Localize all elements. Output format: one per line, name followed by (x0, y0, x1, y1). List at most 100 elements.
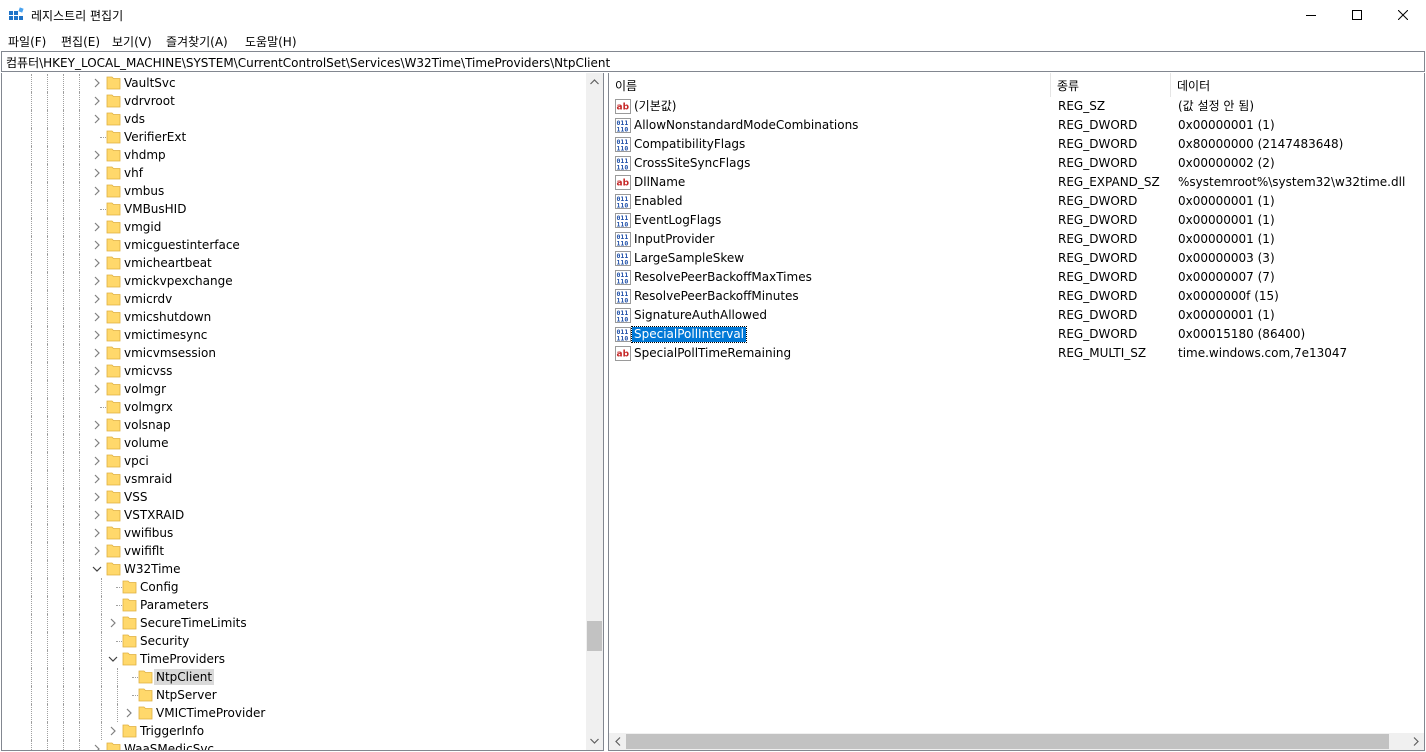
tree-item[interactable]: volume (2, 434, 587, 452)
values-horizontal-scrollbar[interactable] (609, 733, 1424, 750)
value-row[interactable]: 011 110 InputProvider REG_DWORD 0x00000001 (… (609, 230, 1424, 249)
chevron-right-icon[interactable] (92, 524, 104, 542)
chevron-right-icon[interactable] (92, 308, 104, 326)
value-name[interactable]: CompatibilityFlags (632, 137, 747, 152)
value-row[interactable]: 011 110 AllowNonstandardModeCombinations RE… (609, 116, 1424, 135)
address-path[interactable]: 컴퓨터\HKEY_LOCAL_MACHINE\SYSTEM\CurrentCon… (6, 54, 610, 71)
tree-item[interactable]: vmicshutdown (2, 308, 587, 326)
tree-item-label[interactable]: TriggerInfo (138, 723, 206, 739)
tree-item-label[interactable]: NtpServer (154, 687, 219, 703)
chevron-right-icon[interactable] (124, 704, 136, 722)
tree-item[interactable]: volmgr (2, 380, 587, 398)
tree-item[interactable]: WaaSMedicSvc (2, 740, 587, 750)
tree-item-label[interactable]: volume (122, 435, 170, 451)
key-tree-pane[interactable]: VaultSvc vdrvroot vds VerifierExt vhdmp vhf vm… (1, 73, 604, 751)
tree-item-label[interactable]: vmicrdv (122, 291, 174, 307)
tree-item-label[interactable]: VMICTimeProvider (154, 705, 267, 721)
tree-item[interactable]: vpci (2, 452, 587, 470)
tree-item[interactable]: Config (2, 578, 587, 596)
menu-file[interactable]: 파일(F) (8, 33, 46, 50)
chevron-right-icon[interactable] (108, 722, 120, 740)
tree-item[interactable]: vmicguestinterface (2, 236, 587, 254)
tree-item[interactable]: volmgrx (2, 398, 587, 416)
tree-item-label[interactable]: vmicguestinterface (122, 237, 242, 253)
chevron-right-icon[interactable] (92, 506, 104, 524)
tree-item-label[interactable]: vmgid (122, 219, 163, 235)
tree-item[interactable]: vmicheartbeat (2, 254, 587, 272)
menu-help[interactable]: 도움말(H) (245, 33, 297, 50)
value-row[interactable]: 011 110 LargeSampleSkew REG_DWORD 0x00000003… (609, 249, 1424, 268)
tree-item-label[interactable]: vwififlt (122, 543, 166, 559)
value-row[interactable]: ab DllName REG_EXPAND_SZ %systemroot%\syste… (609, 173, 1424, 192)
tree-item-label[interactable]: volmgrx (122, 399, 175, 415)
tree-item-label[interactable]: vmicshutdown (122, 309, 213, 325)
value-name[interactable]: SpecialPollTimeRemaining (632, 346, 793, 361)
tree-item[interactable]: VSTXRAID (2, 506, 587, 524)
value-name[interactable]: InputProvider (632, 232, 716, 247)
tree-item[interactable]: vsmraid (2, 470, 587, 488)
address-bar[interactable]: 컴퓨터\HKEY_LOCAL_MACHINE\SYSTEM\CurrentCon… (1, 51, 1425, 72)
tree-item[interactable]: vdrvroot (2, 92, 587, 110)
chevron-right-icon[interactable] (92, 254, 104, 272)
chevron-right-icon[interactable] (92, 452, 104, 470)
value-name[interactable]: CrossSiteSyncFlags (632, 156, 752, 171)
value-name[interactable]: AllowNonstandardModeCombinations (632, 118, 860, 133)
tree-item[interactable]: TriggerInfo (2, 722, 587, 740)
tree-item-label[interactable]: vhdmp (122, 147, 168, 163)
tree-item[interactable]: VSS (2, 488, 587, 506)
close-button[interactable] (1380, 0, 1426, 30)
tree-item-label[interactable]: vmicvss (122, 363, 174, 379)
scroll-left-arrow-icon[interactable] (609, 733, 626, 750)
tree-item[interactable]: W32Time (2, 560, 587, 578)
tree-item[interactable]: vmbus (2, 182, 587, 200)
scroll-down-arrow-icon[interactable] (586, 732, 603, 749)
menu-edit[interactable]: 편집(E) (61, 33, 100, 50)
tree-item[interactable]: vmicvss (2, 362, 587, 380)
tree-item[interactable]: Parameters (2, 596, 587, 614)
values-list-pane[interactable]: 이름 종류 데이터 ab (기본값) REG_SZ (값 설정 안 됨) 011 110 A… (608, 73, 1425, 751)
chevron-right-icon[interactable] (92, 380, 104, 398)
value-name[interactable]: (기본값) (632, 99, 678, 114)
value-name[interactable]: DllName (632, 175, 687, 190)
chevron-right-icon[interactable] (92, 74, 104, 92)
tree-item-label[interactable]: vmicvmsession (122, 345, 218, 361)
chevron-down-icon[interactable] (108, 650, 120, 668)
value-row[interactable]: ab SpecialPollTimeRemaining REG_MULTI_SZ ti… (609, 344, 1424, 363)
tree-item-label[interactable]: Config (138, 579, 181, 595)
values-scroll-thumb[interactable] (626, 734, 1389, 749)
tree-item[interactable]: vmictimesync (2, 326, 587, 344)
tree-item[interactable]: vwifibus (2, 524, 587, 542)
tree-item[interactable]: vmgid (2, 218, 587, 236)
chevron-right-icon[interactable] (108, 614, 120, 632)
chevron-right-icon[interactable] (92, 92, 104, 110)
scroll-right-arrow-icon[interactable] (1407, 733, 1424, 750)
chevron-right-icon[interactable] (92, 272, 104, 290)
tree-item[interactable]: NtpServer (2, 686, 587, 704)
tree-item[interactable]: VMICTimeProvider (2, 704, 587, 722)
value-name[interactable]: SignatureAuthAllowed (632, 308, 769, 323)
chevron-right-icon[interactable] (92, 182, 104, 200)
value-row[interactable]: 011 110 SignatureAuthAllowed REG_DWORD 0x000… (609, 306, 1424, 325)
chevron-right-icon[interactable] (92, 542, 104, 560)
chevron-right-icon[interactable] (92, 218, 104, 236)
tree-item-label[interactable]: vhf (122, 165, 145, 181)
chevron-right-icon[interactable] (92, 146, 104, 164)
tree-item[interactable]: volsnap (2, 416, 587, 434)
tree-item-label[interactable]: vmictimesync (122, 327, 209, 343)
scroll-up-arrow-icon[interactable] (586, 73, 603, 90)
tree-item-label[interactable]: WaaSMedicSvc (122, 741, 216, 750)
tree-item[interactable]: VaultSvc (2, 74, 587, 92)
chevron-right-icon[interactable] (92, 290, 104, 308)
value-row[interactable]: 011 110 EventLogFlags REG_DWORD 0x00000001 (… (609, 211, 1424, 230)
tree-item[interactable]: VerifierExt (2, 128, 587, 146)
value-name[interactable]: LargeSampleSkew (632, 251, 746, 266)
value-row[interactable]: 011 110 ResolvePeerBackoffMaxTimes REG_DWOR… (609, 268, 1424, 287)
tree-item-label[interactable]: vpci (122, 453, 151, 469)
tree-item[interactable]: SecureTimeLimits (2, 614, 587, 632)
column-header-type[interactable]: 종류 (1051, 73, 1171, 97)
tree-item-label[interactable]: VSTXRAID (122, 507, 186, 523)
value-name[interactable]: Enabled (632, 194, 685, 209)
value-row[interactable]: 011 110 Enabled REG_DWORD 0x00000001 (1) (609, 192, 1424, 211)
tree-scroll-thumb[interactable] (587, 621, 602, 651)
value-name[interactable]: ResolvePeerBackoffMaxTimes (632, 270, 814, 285)
